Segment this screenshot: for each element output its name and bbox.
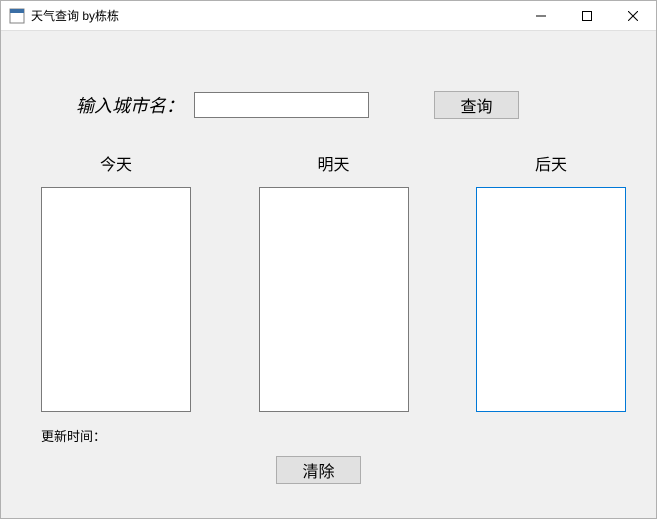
tomorrow-box — [259, 187, 409, 412]
day-after-box — [476, 187, 626, 412]
titlebar: 天气查询 by栋栋 — [1, 1, 656, 31]
query-button[interactable]: 查询 — [434, 91, 519, 119]
days-row: 今天 明天 后天 — [41, 151, 626, 412]
city-input[interactable] — [194, 92, 369, 118]
update-time-row: 更新时间： — [41, 426, 106, 445]
client-area: 输入城市名： 查询 今天 明天 后天 更新时间： 清除 — [1, 31, 656, 518]
main-window: 天气查询 by栋栋 输入城市名： 查询 今天 明天 — [0, 0, 657, 519]
tomorrow-label: 明天 — [317, 151, 349, 175]
input-row: 输入城市名： 查询 — [1, 91, 656, 119]
today-label: 今天 — [100, 151, 132, 175]
clear-button[interactable]: 清除 — [276, 456, 361, 484]
day-after-column: 后天 — [476, 151, 626, 412]
update-time-label: 更新时间： — [41, 429, 106, 444]
city-input-label: 输入城市名： — [76, 92, 184, 118]
today-column: 今天 — [41, 151, 191, 412]
minimize-button[interactable] — [518, 1, 564, 30]
window-controls — [518, 1, 656, 30]
today-box — [41, 187, 191, 412]
window-title: 天气查询 by栋栋 — [31, 7, 119, 24]
close-button[interactable] — [610, 1, 656, 30]
tomorrow-column: 明天 — [259, 151, 409, 412]
day-after-label: 后天 — [535, 151, 567, 175]
maximize-button[interactable] — [564, 1, 610, 30]
app-icon — [9, 8, 25, 24]
